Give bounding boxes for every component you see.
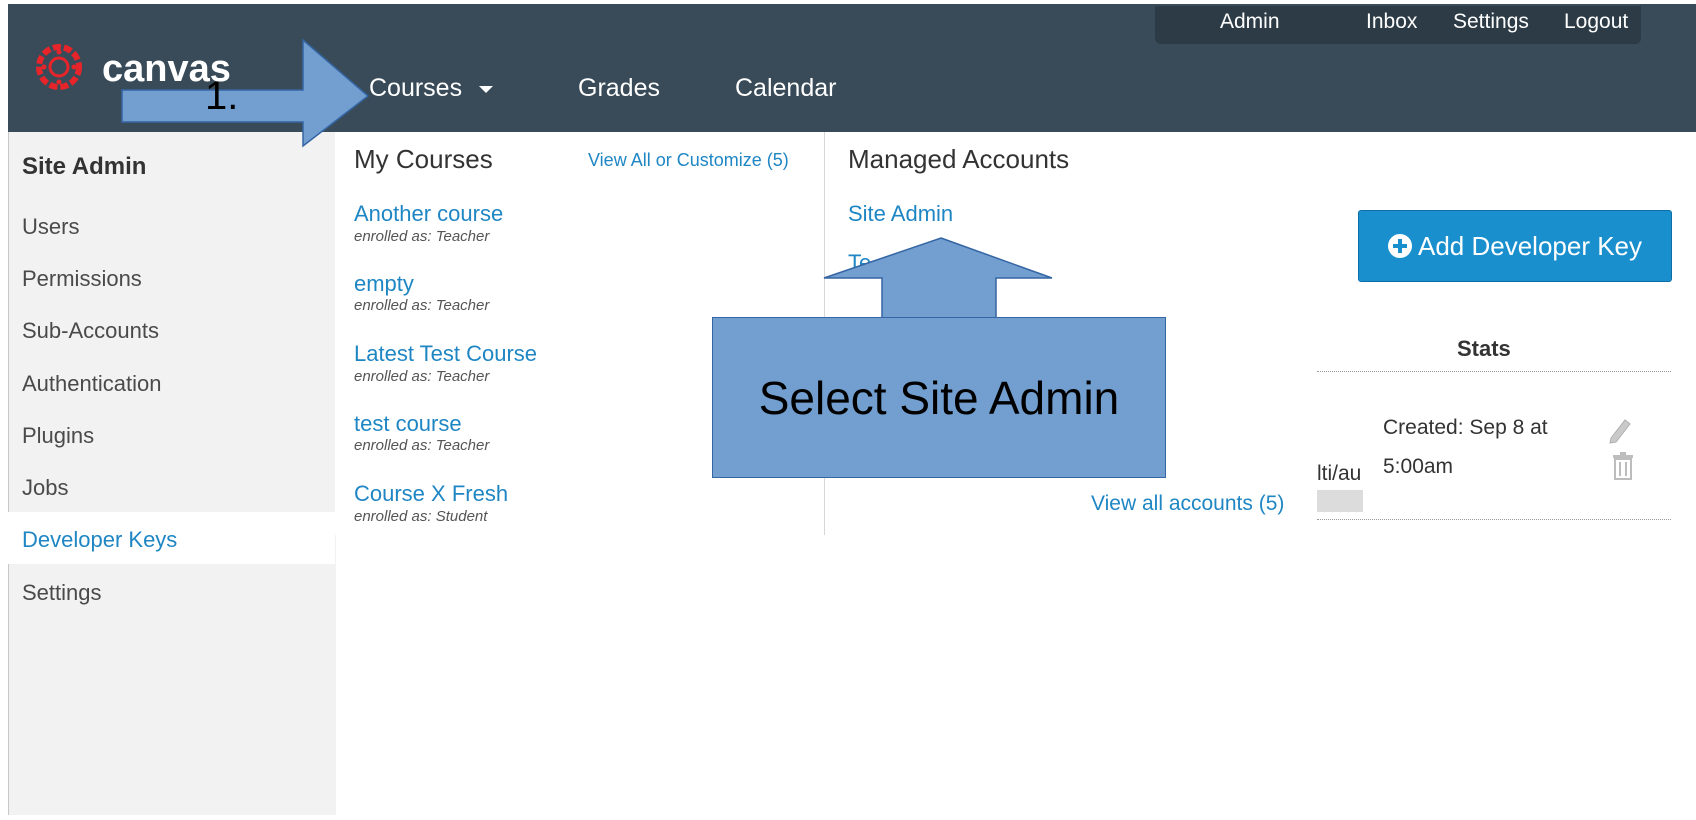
nav-courses-label: Courses <box>369 74 463 102</box>
course-link-empty[interactable]: empty <box>354 271 414 297</box>
managed-accounts-heading: Managed Accounts <box>848 144 1070 174</box>
view-all-accounts-link[interactable]: View all accounts (5) <box>1091 492 1284 516</box>
my-courses-heading: My Courses <box>354 144 493 174</box>
sidebar-item-developer-keys[interactable]: Developer Keys <box>22 527 177 553</box>
delete-trash-icon[interactable] <box>1611 451 1635 481</box>
partial-cell-text: lti/au <box>1317 462 1362 485</box>
view-all-customize-link[interactable]: View All or Customize (5) <box>588 150 789 171</box>
step-number-label: 1. <box>205 74 239 118</box>
add-developer-key-label: Add Developer Key <box>1417 230 1643 261</box>
edit-pencil-icon[interactable] <box>1607 414 1633 444</box>
plus-circle-icon <box>1387 234 1412 258</box>
nav-grades[interactable]: Grades <box>578 74 660 103</box>
account-link-partial[interactable]: Te <box>848 250 871 276</box>
sidebar-item-permissions[interactable]: Permissions <box>22 266 142 292</box>
course-link-test-course[interactable]: test course <box>354 411 462 437</box>
course-enrollment: enrolled as: Teacher <box>354 437 490 454</box>
account-link-site-admin[interactable]: Site Admin <box>848 201 953 227</box>
callout-text: Select Site Admin <box>758 371 1120 424</box>
course-enrollment: enrolled as: Teacher <box>354 297 490 314</box>
sidebar-item-settings[interactable]: Settings <box>22 580 102 606</box>
partial-cell-bar <box>1317 490 1363 512</box>
sidebar-item-sub-accounts[interactable]: Sub-Accounts <box>22 318 159 344</box>
sidebar-item-plugins[interactable]: Plugins <box>22 423 94 449</box>
stats-column-header: Stats <box>1457 336 1511 361</box>
sidebar-title: Site Admin <box>22 153 147 180</box>
table-divider <box>1317 519 1671 520</box>
course-enrollment: enrolled as: Teacher <box>354 368 490 385</box>
course-link-course-x-fresh[interactable]: Course X Fresh <box>354 481 508 507</box>
sidebar-item-jobs[interactable]: Jobs <box>22 475 68 501</box>
course-link-latest-test-course[interactable]: Latest Test Course <box>354 341 537 367</box>
logout-link[interactable]: Logout <box>1564 10 1628 34</box>
caret-down-icon <box>479 85 494 93</box>
course-link-another-course[interactable]: Another course <box>354 201 503 227</box>
nav-courses[interactable]: Courses <box>369 74 494 103</box>
settings-link[interactable]: Settings <box>1453 10 1529 34</box>
created-date-line1: Created: Sep 8 at <box>1383 416 1548 439</box>
admin-link[interactable]: Admin <box>1220 10 1280 34</box>
nav-calendar[interactable]: Calendar <box>735 74 836 103</box>
course-enrollment: enrolled as: Student <box>354 508 488 525</box>
inbox-link[interactable]: Inbox <box>1366 10 1417 34</box>
created-date-line2: 5:00am <box>1383 455 1454 478</box>
add-developer-key-button[interactable]: Add Developer Key <box>1358 210 1672 282</box>
table-divider <box>1317 371 1671 372</box>
canvas-logo-icon[interactable] <box>36 44 82 90</box>
sidebar-item-users[interactable]: Users <box>22 214 79 240</box>
course-enrollment: enrolled as: Teacher <box>354 228 490 245</box>
sidebar-item-authentication[interactable]: Authentication <box>22 371 161 397</box>
